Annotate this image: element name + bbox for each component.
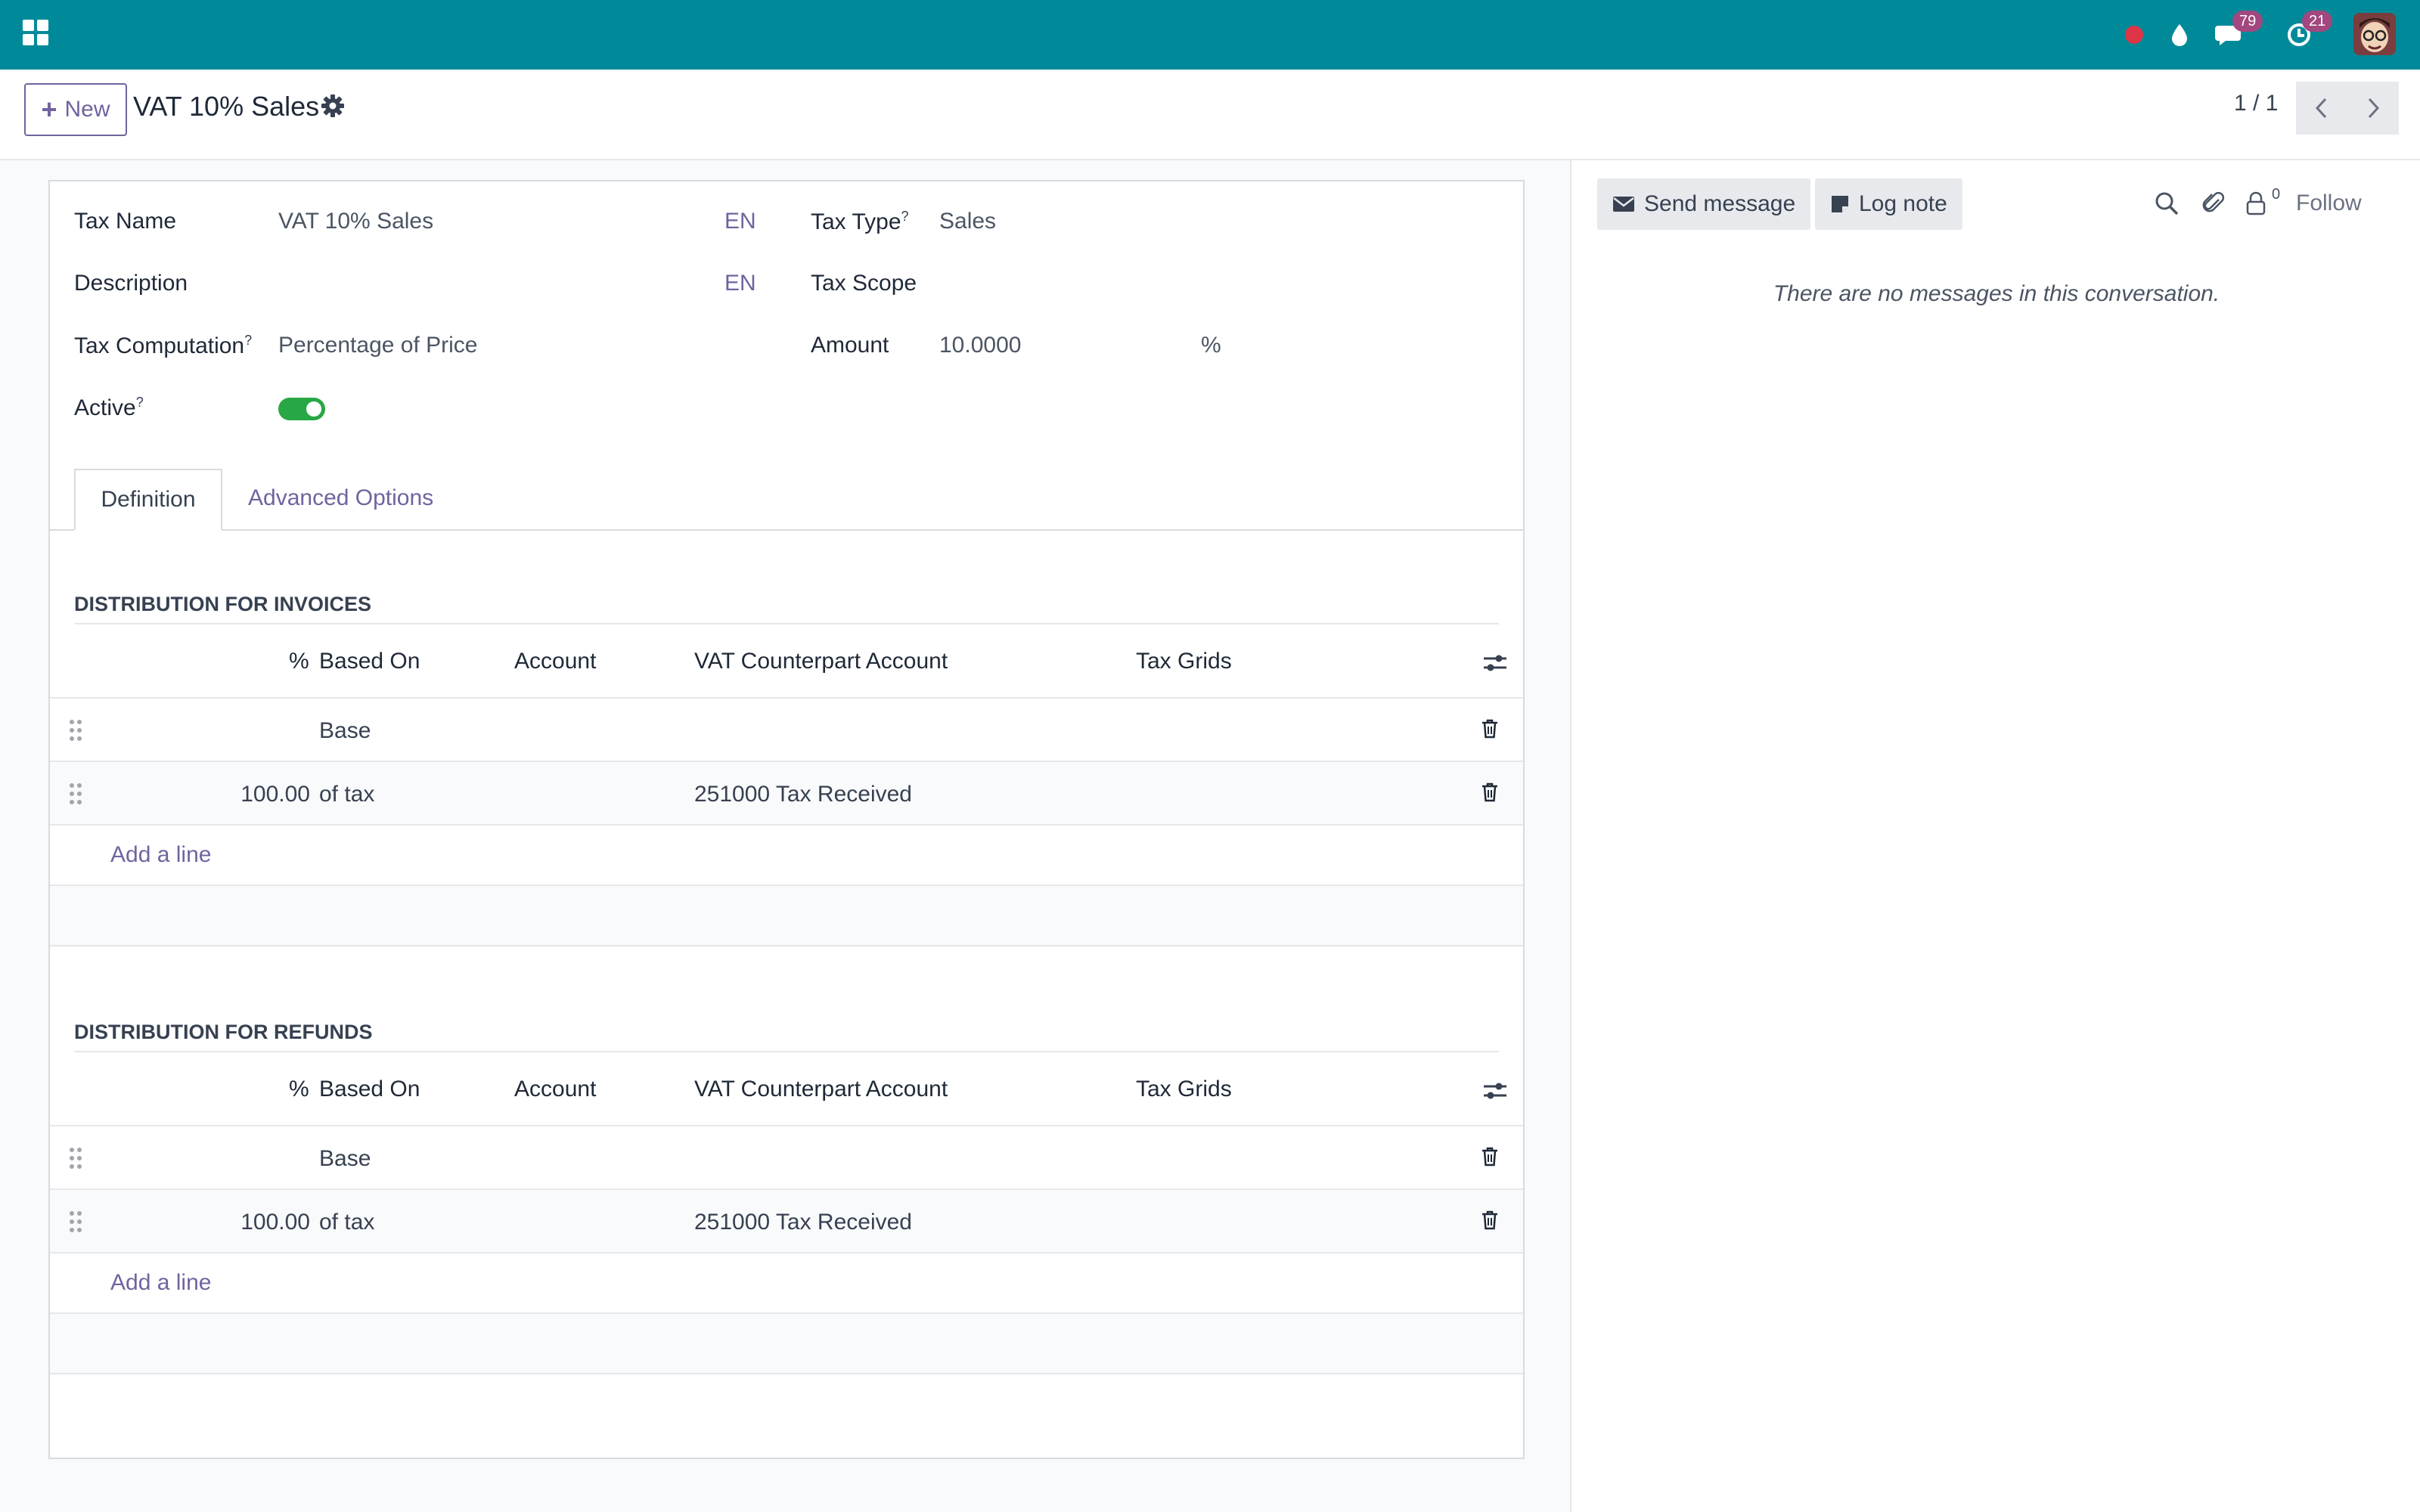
description-field[interactable] <box>278 271 702 298</box>
tax-type-select[interactable]: Sales <box>939 209 996 234</box>
column-account[interactable]: Account <box>514 649 596 674</box>
cell-counterpart[interactable]: 251000 Tax Received <box>694 782 912 807</box>
add-line-button[interactable]: Add a line <box>110 1270 211 1296</box>
log-note-button[interactable]: Log note <box>1815 178 1962 230</box>
optional-columns-icon[interactable] <box>1482 1080 1508 1102</box>
help-tooltip[interactable]: ? <box>136 395 144 410</box>
empty-row <box>50 1314 1523 1374</box>
cell-based-on[interactable]: Base <box>319 1146 371 1172</box>
record-dot-icon[interactable] <box>2119 15 2149 54</box>
drop-icon[interactable] <box>2164 15 2195 54</box>
refunds-table-header: % Based On Account VAT Counterpart Accou… <box>50 1052 1523 1126</box>
column-counterpart[interactable]: VAT Counterpart Account <box>694 1077 948 1102</box>
active-toggle[interactable] <box>278 398 325 420</box>
add-line-row: Add a line <box>50 826 1523 886</box>
drag-handle-icon[interactable] <box>70 1148 83 1169</box>
help-tooltip[interactable]: ? <box>244 333 252 348</box>
drag-handle-icon[interactable] <box>70 1211 83 1232</box>
chat-icon[interactable]: 79 <box>2211 11 2263 54</box>
trash-icon[interactable] <box>1481 782 1499 803</box>
tax-type-label: Tax Type? <box>811 209 909 234</box>
form-sheet: Tax Name VAT 10% Sales EN Description EN… <box>48 180 1525 1459</box>
tab-definition[interactable]: Definition <box>74 469 222 531</box>
tax-name-field[interactable]: VAT 10% Sales <box>278 209 433 234</box>
invoices-table-header: % Based On Account VAT Counterpart Accou… <box>50 624 1523 699</box>
plus-icon: + <box>41 94 57 125</box>
log-note-label: Log note <box>1859 191 1947 216</box>
cell-percent[interactable]: 100.00 <box>201 782 310 807</box>
top-navbar: 79 21 <box>0 0 2420 70</box>
drag-handle-icon[interactable] <box>70 783 83 804</box>
cell-based-on[interactable]: Base <box>319 718 371 744</box>
description-language-button[interactable]: EN <box>724 271 756 296</box>
trash-icon[interactable] <box>1481 1210 1499 1231</box>
new-button[interactable]: + New <box>24 83 127 136</box>
tabs-divider <box>50 529 1523 531</box>
tab-advanced-options[interactable]: Advanced Options <box>248 485 433 511</box>
cell-based-on[interactable]: of tax <box>319 1210 374 1235</box>
optional-columns-icon[interactable] <box>1482 652 1508 674</box>
tax-name-language-button[interactable]: EN <box>724 209 756 234</box>
tax-scope-label: Tax Scope <box>811 271 917 296</box>
gear-icon[interactable] <box>318 91 348 121</box>
column-account[interactable]: Account <box>514 1077 596 1102</box>
tax-name-label: Tax Name <box>74 209 177 234</box>
send-message-label: Send message <box>1644 191 1796 216</box>
column-percent[interactable]: % <box>289 649 309 674</box>
lock-user-icon[interactable] <box>2245 191 2272 218</box>
trash-icon[interactable] <box>1481 718 1499 739</box>
cell-based-on[interactable]: of tax <box>319 782 374 807</box>
envelope-icon <box>1613 197 1634 212</box>
refunds-section-title: DISTRIBUTION FOR REFUNDS <box>74 1021 373 1043</box>
pager-previous-button[interactable] <box>2296 82 2347 135</box>
apps-grid-icon[interactable] <box>23 20 50 47</box>
record-title: VAT 10% Sales <box>133 91 320 122</box>
help-tooltip[interactable]: ? <box>901 209 909 224</box>
avatar[interactable] <box>2353 13 2396 55</box>
activities-badge: 21 <box>2302 11 2333 32</box>
column-tax-grids[interactable]: Tax Grids <box>1136 649 1232 674</box>
drag-handle-icon[interactable] <box>70 720 83 741</box>
add-line-button[interactable]: Add a line <box>110 842 211 868</box>
send-message-button[interactable]: Send message <box>1597 178 1811 230</box>
empty-conversation-text: There are no messages in this conversati… <box>1773 281 2220 306</box>
pager-next-button[interactable] <box>2347 82 2399 135</box>
amount-field[interactable]: 10.0000 <box>939 333 1021 358</box>
pager-value[interactable]: 1 / 1 <box>2234 91 2278 116</box>
add-line-row: Add a line <box>50 1253 1523 1314</box>
invoices-section-title: DISTRIBUTION FOR INVOICES <box>74 593 372 615</box>
paperclip-icon[interactable] <box>2201 191 2228 218</box>
chatter-panel: Send message Log note 0 Follow There are… <box>1570 160 2420 1512</box>
column-based-on[interactable]: Based On <box>319 1077 420 1102</box>
column-percent[interactable]: % <box>289 1077 309 1102</box>
description-label: Description <box>74 271 188 296</box>
new-button-label: New <box>64 97 110 122</box>
active-label: Active? <box>74 395 144 420</box>
cell-counterpart[interactable]: 251000 Tax Received <box>694 1210 912 1235</box>
column-counterpart[interactable]: VAT Counterpart Account <box>694 649 948 674</box>
activity-clock-icon[interactable]: 21 <box>2281 11 2333 54</box>
cell-percent[interactable]: 100.00 <box>201 1210 310 1235</box>
tax-scope-select[interactable] <box>939 271 1469 298</box>
followers-count: 0 <box>2272 186 2281 203</box>
tax-computation-select[interactable]: Percentage of Price <box>278 333 477 358</box>
search-icon[interactable] <box>2154 191 2181 218</box>
table-row[interactable]: 100.00 of tax 251000 Tax Received <box>50 1190 1523 1253</box>
column-based-on[interactable]: Based On <box>319 649 420 674</box>
control-panel: + New VAT 10% Sales 1 / 1 <box>0 70 2420 160</box>
table-row[interactable]: Base <box>50 1126 1523 1190</box>
empty-row <box>50 886 1523 947</box>
chevron-left-icon <box>2315 98 2327 119</box>
amount-label: Amount <box>811 333 889 358</box>
tax-computation-label: Tax Computation? <box>74 333 253 358</box>
messages-badge: 79 <box>2232 11 2263 32</box>
column-tax-grids[interactable]: Tax Grids <box>1136 1077 1232 1102</box>
table-row[interactable]: 100.00 of tax 251000 Tax Received <box>50 762 1523 826</box>
trash-icon[interactable] <box>1481 1146 1499 1167</box>
table-row[interactable]: Base <box>50 699 1523 762</box>
chevron-right-icon <box>2368 98 2380 119</box>
follow-button[interactable]: Follow <box>2296 191 2362 216</box>
amount-unit: % <box>1201 333 1221 358</box>
note-icon <box>1832 196 1848 212</box>
